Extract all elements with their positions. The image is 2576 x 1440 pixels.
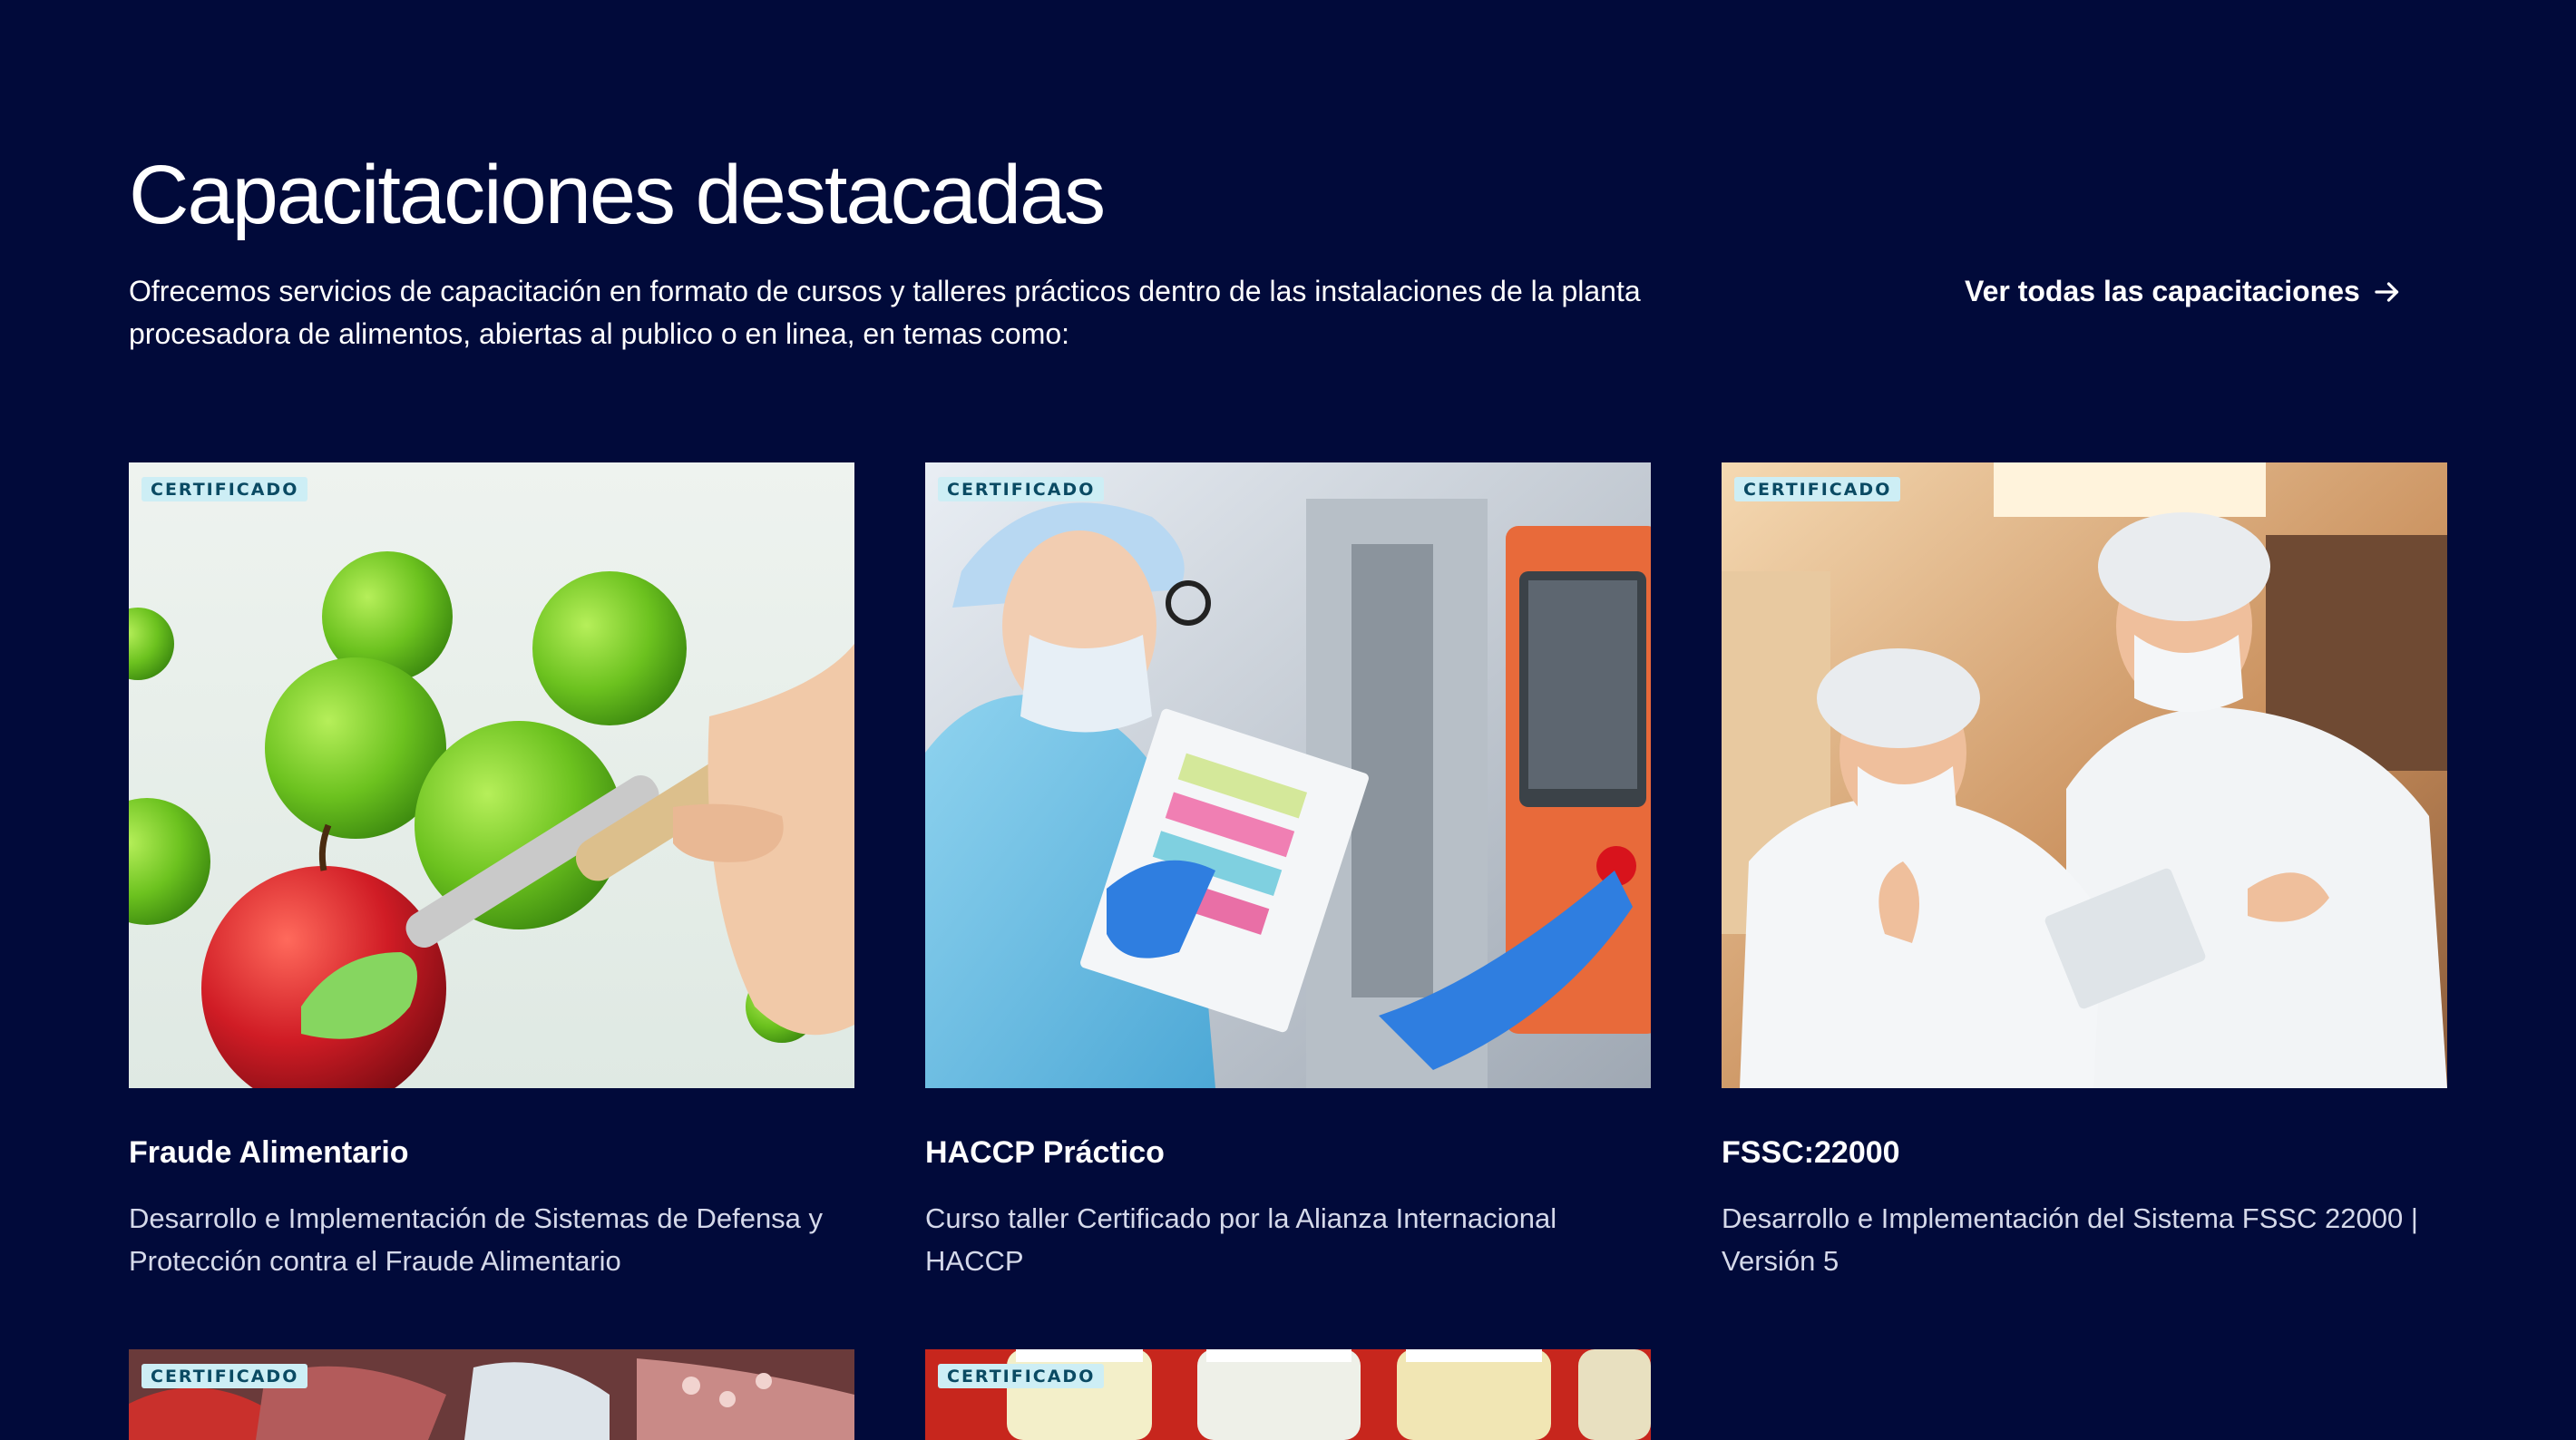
training-card[interactable]: CERTIFICADO: [129, 462, 854, 1277]
certified-badge: CERTIFICADO: [141, 1364, 308, 1388]
apples-paintbrush-image: [129, 462, 854, 1088]
training-card[interactable]: CERTIFICADO: [129, 1349, 854, 1440]
section-title: Capacitaciones destacadas: [129, 149, 1106, 241]
card-image[interactable]: CERTIFICADO: [129, 462, 854, 1088]
certified-badge: CERTIFICADO: [141, 477, 308, 501]
food-inspectors-image: [1722, 462, 2447, 1088]
certified-badge: CERTIFICADO: [938, 1364, 1105, 1388]
card-image[interactable]: CERTIFICADO: [925, 1349, 1651, 1440]
arrow-right-icon: [2375, 281, 2398, 302]
view-all-label: Ver todas las capacitaciones: [1965, 275, 2360, 307]
card-image[interactable]: CERTIFICADO: [925, 462, 1651, 1088]
card-description: Desarrollo e Implementación del Sistema …: [1722, 1202, 2418, 1277]
training-card[interactable]: CERTIFICADO: [925, 1349, 1651, 1440]
card-description: Desarrollo e Implementación de Sistemas …: [129, 1202, 824, 1277]
card-description: Curso taller Certificado por la Alianza …: [925, 1202, 1557, 1277]
view-all-trainings-link[interactable]: Ver todas las capacitaciones: [1965, 270, 2404, 313]
training-card[interactable]: CERTIFICADO: [925, 462, 1651, 1277]
seafood-image: [129, 1349, 854, 1440]
card-image[interactable]: CERTIFICADO: [129, 1349, 854, 1440]
card-title[interactable]: HACCP Práctico: [925, 1135, 1165, 1171]
certified-badge: CERTIFICADO: [1734, 477, 1901, 501]
featured-trainings-section: Capacitaciones destacadas Ofrecemos serv…: [0, 0, 2576, 1440]
preserved-jars-image: [925, 1349, 1651, 1440]
lab-technician-image: [925, 462, 1651, 1088]
card-title[interactable]: FSSC:22000: [1722, 1135, 1900, 1171]
card-image[interactable]: CERTIFICADO: [1722, 462, 2447, 1088]
section-intro: Ofrecemos servicios de capacitación en f…: [129, 275, 1641, 350]
certified-badge: CERTIFICADO: [938, 477, 1105, 501]
training-card[interactable]: CERTIFICADO: [1722, 462, 2447, 1277]
card-title[interactable]: Fraude Alimentario: [129, 1135, 409, 1171]
